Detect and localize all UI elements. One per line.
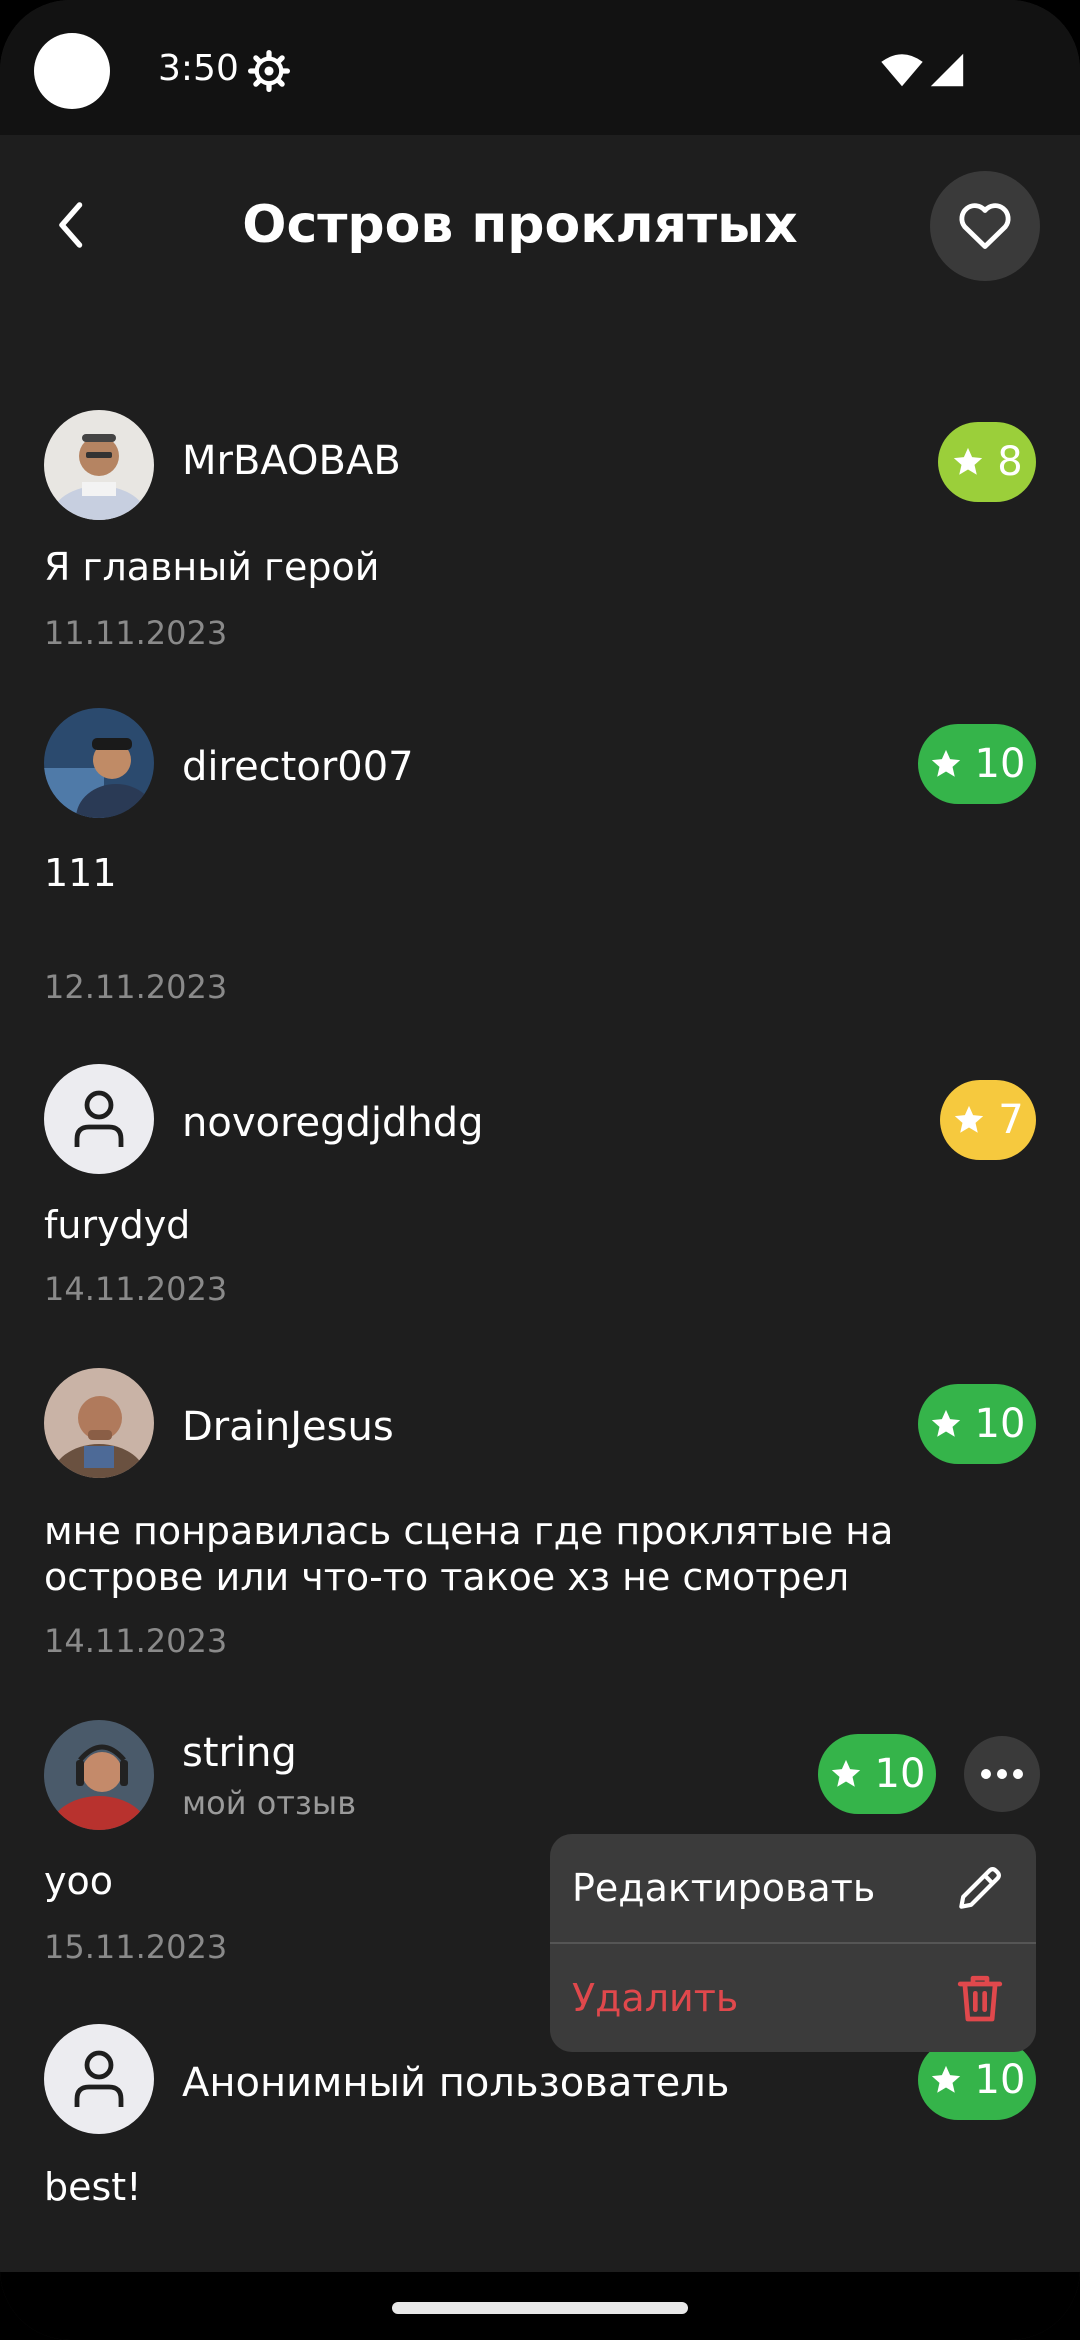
home-indicator[interactable]	[392, 2302, 688, 2314]
rating-badge: 10	[918, 2040, 1036, 2120]
star-icon	[931, 2065, 960, 2093]
status-bar: 3:50	[0, 0, 1080, 135]
avatar[interactable]	[44, 1720, 154, 1830]
review-author[interactable]: string	[182, 1730, 297, 1776]
screen: 3:50 Остров проклятых MrBAOBAB 8 Я главн…	[0, 0, 1080, 2340]
review-context-menu: Редактировать Удалить	[550, 1834, 1036, 2052]
review-date: 15.11.2023	[44, 1928, 228, 1966]
review-author[interactable]: Анонимный пользователь	[182, 2060, 729, 2106]
star-icon	[931, 1409, 960, 1437]
star-icon	[955, 1105, 984, 1133]
pencil-icon	[959, 1867, 1001, 1909]
status-time: 3:50	[158, 48, 239, 89]
review-author[interactable]: MrBAOBAB	[182, 438, 401, 484]
review-text: 111	[44, 851, 117, 895]
gear-icon	[248, 50, 290, 92]
edit-label: Редактировать	[572, 1866, 876, 1910]
user-icon	[74, 2050, 124, 2107]
avatar[interactable]	[44, 708, 154, 818]
review-author[interactable]: DrainJesus	[182, 1404, 394, 1450]
review-author[interactable]: director007	[182, 744, 414, 790]
star-icon	[831, 1759, 860, 1787]
own-review-label: мой отзыв	[182, 1784, 357, 1822]
rating-badge: 8	[938, 422, 1036, 502]
review-text: best!	[44, 2165, 142, 2209]
rating-value: 10	[874, 1751, 926, 1797]
page-title: Остров проклятых	[242, 195, 798, 255]
rating-badge: 10	[918, 1384, 1036, 1464]
trash-icon	[957, 1975, 1003, 2022]
review-date: 12.11.2023	[44, 968, 228, 1006]
review-date: 14.11.2023	[44, 1270, 228, 1308]
rating-badge: 10	[818, 1734, 936, 1814]
rating-value: 10	[974, 741, 1026, 787]
app-bar: Остров проклятых	[0, 135, 1080, 315]
review-text: Я главный герой	[44, 545, 380, 589]
user-icon	[74, 1090, 124, 1147]
heart-icon	[959, 203, 1011, 249]
delete-label: Удалить	[572, 1976, 739, 2020]
delete-menu-item[interactable]: Удалить	[550, 1944, 1036, 2052]
rating-badge: 10	[918, 724, 1036, 804]
review-date: 14.11.2023	[44, 1622, 228, 1660]
rating-value: 7	[998, 1097, 1024, 1143]
avatar[interactable]	[44, 410, 154, 520]
signal-icon	[930, 53, 964, 87]
rating-value: 10	[974, 2057, 1026, 2103]
more-options-button[interactable]	[964, 1736, 1040, 1812]
avatar[interactable]	[44, 1064, 154, 1174]
star-icon	[954, 447, 983, 475]
camera-cutout	[34, 33, 110, 109]
rating-value: 8	[997, 439, 1023, 485]
rating-badge: 7	[940, 1080, 1036, 1160]
favorite-button[interactable]	[930, 171, 1040, 281]
edit-menu-item[interactable]: Редактировать	[550, 1834, 1036, 1942]
star-icon	[931, 749, 960, 777]
review-date: 11.11.2023	[44, 614, 228, 652]
wifi-icon	[881, 54, 923, 87]
avatar[interactable]	[44, 2024, 154, 2134]
review-text: furydyd	[44, 1203, 191, 1247]
review-author[interactable]: novoregdjdhdg	[182, 1100, 484, 1146]
review-text: мне понравилась сцена где проклятые на о…	[44, 1509, 894, 1599]
more-horizontal-icon	[981, 1769, 1023, 1779]
avatar[interactable]	[44, 1368, 154, 1478]
rating-value: 10	[974, 1401, 1026, 1447]
